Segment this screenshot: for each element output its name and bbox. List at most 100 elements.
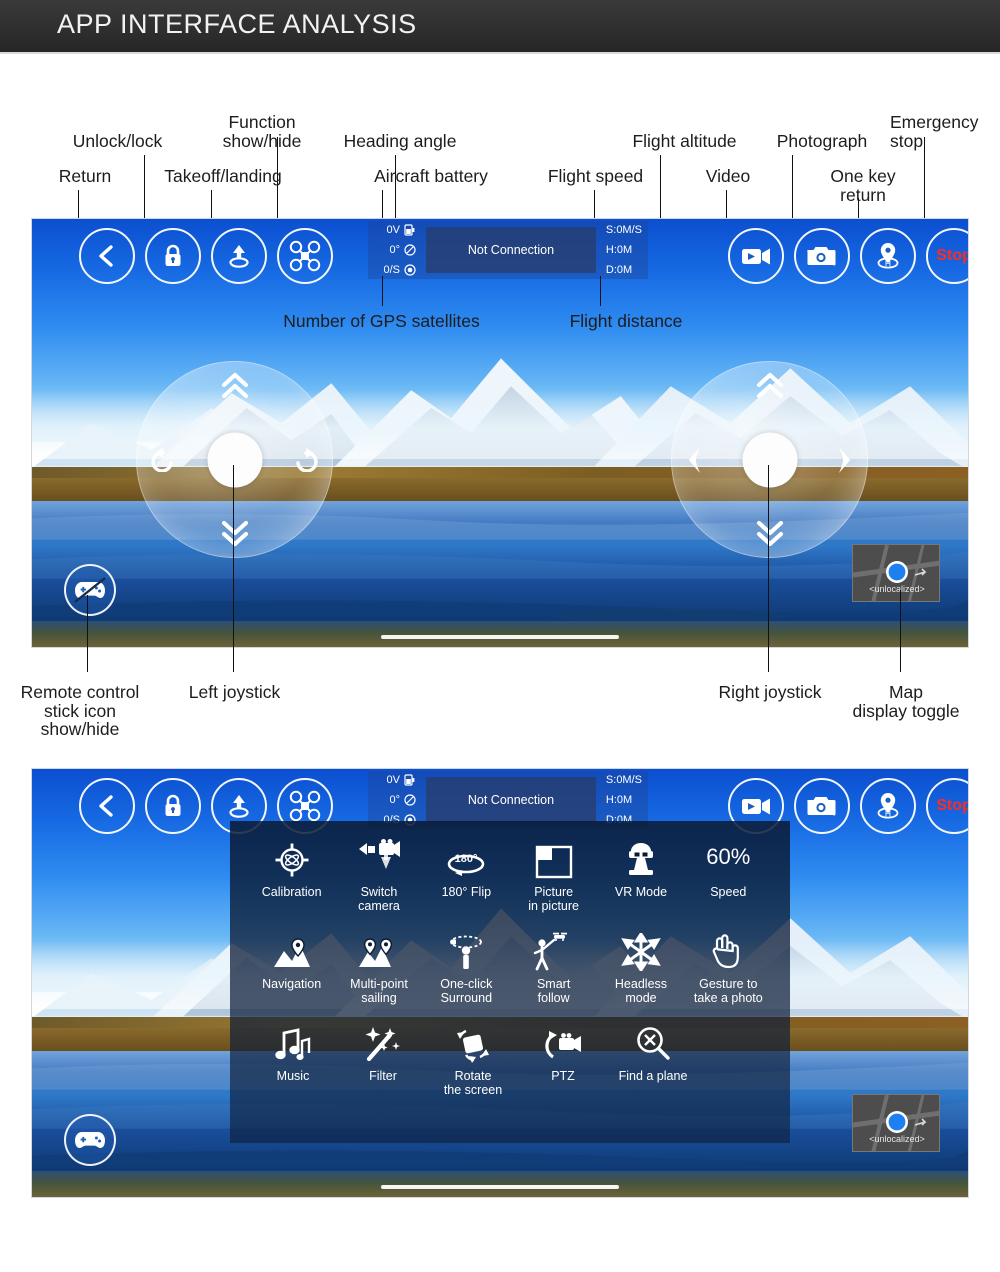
switch-camera-icon xyxy=(358,839,400,869)
menu-item-label: Speed xyxy=(710,885,747,899)
return-button[interactable] xyxy=(79,228,135,284)
return-button[interactable] xyxy=(79,778,135,834)
menu-item-ptz[interactable]: PTZ xyxy=(518,1019,608,1097)
function-menu-row: Navigation Multi-point sailing One-click… xyxy=(248,927,772,1005)
joystick-down-icon xyxy=(221,520,248,547)
minimap-label: <unlocalized> xyxy=(869,584,925,594)
video-camera-icon xyxy=(742,798,770,815)
callout-takeoff-landing: Takeoff/landing xyxy=(164,166,282,186)
menu-item-label: One-click Surround xyxy=(440,977,493,1005)
callout-aircraft-battery: Aircraft battery xyxy=(374,166,488,186)
left-joystick[interactable] xyxy=(136,361,333,558)
joystick-up-icon xyxy=(221,372,248,399)
menu-item-180-flip[interactable]: 180° 180° Flip xyxy=(423,835,510,913)
battery-status: 0V xyxy=(374,224,416,236)
one-key-return-button[interactable]: H xyxy=(860,778,916,834)
home-indicator xyxy=(381,635,619,639)
flight-altitude-value: H:0M xyxy=(605,244,633,256)
stop-text-icon: Stop xyxy=(936,247,969,264)
menu-item-navigation[interactable]: Navigation xyxy=(248,927,335,1005)
battery-status: 0V xyxy=(374,774,416,786)
leader-line xyxy=(395,155,397,218)
battery-icon xyxy=(404,774,415,786)
drone-icon xyxy=(289,240,321,272)
callout-function-show-hide: Function show/hide xyxy=(222,112,302,151)
map-display-toggle[interactable]: <unlocalized> xyxy=(852,1094,940,1152)
satellite-value: 0/S xyxy=(383,264,400,276)
callout-one-key-return: One key return xyxy=(830,166,896,205)
menu-item-label: PTZ xyxy=(551,1069,575,1083)
right-joystick-knob[interactable] xyxy=(742,432,797,487)
menu-item-label: Navigation xyxy=(262,977,322,991)
flight-speed-value: S:0M/S xyxy=(605,224,642,236)
joystick-right-icon xyxy=(839,446,850,473)
menu-item-filter[interactable]: Filter xyxy=(338,1019,428,1097)
status-right-column: S:0M/S H:0M D:0M xyxy=(600,221,648,279)
menu-item-rotate-screen[interactable]: Rotate the screen xyxy=(428,1019,518,1097)
video-button[interactable] xyxy=(728,228,784,284)
menu-item-speed[interactable]: 60% Speed xyxy=(685,835,772,913)
photo-button[interactable] xyxy=(794,228,850,284)
takeoff-landing-icon xyxy=(229,245,249,268)
menu-item-find-a-plane[interactable]: Find a plane xyxy=(608,1019,698,1097)
multi-point-sailing-icon xyxy=(358,938,393,967)
leader-line xyxy=(924,137,926,218)
stick-toggle-button[interactable] xyxy=(64,1114,116,1166)
function-toggle-button[interactable] xyxy=(277,228,333,284)
leader-line xyxy=(726,190,728,218)
callout-remote-control-stick-toggle: Remote control stick icon show/hide xyxy=(20,682,140,740)
leader-line xyxy=(78,190,80,218)
gamepad-icon xyxy=(75,1132,105,1148)
home-pin-icon: H xyxy=(877,243,899,269)
right-joystick[interactable] xyxy=(671,361,868,558)
menu-item-switch-camera[interactable]: Switch camera xyxy=(335,835,422,913)
menu-item-one-click-surround[interactable]: One-click Surround xyxy=(423,927,510,1005)
left-joystick-knob[interactable] xyxy=(207,432,262,487)
takeoff-landing-icon xyxy=(229,795,249,818)
menu-item-music[interactable]: Music xyxy=(248,1019,338,1097)
callout-flight-altitude: Flight altitude xyxy=(632,131,737,151)
callout-map-display-toggle: Map display toggle xyxy=(852,682,960,721)
stick-toggle-button[interactable] xyxy=(64,564,116,616)
callout-return: Return xyxy=(58,166,112,186)
menu-item-label: Gesture to take a photo xyxy=(693,977,763,1005)
function-menu-grid: Calibration Switch camera 180° 180° Flip… xyxy=(230,821,790,1143)
picture-in-picture-icon xyxy=(535,845,572,879)
speed-value: 60% xyxy=(706,844,751,869)
lock-button[interactable] xyxy=(145,778,201,834)
leader-line xyxy=(277,137,279,218)
one-key-return-button[interactable]: H xyxy=(860,228,916,284)
lock-button[interactable] xyxy=(145,228,201,284)
flight-speed-value: S:0M/S xyxy=(605,774,642,786)
leader-line xyxy=(382,276,384,306)
menu-item-label: Picture in picture xyxy=(528,885,580,913)
joystick-rotate-left-icon xyxy=(151,447,173,472)
menu-item-label: Rotate the screen xyxy=(443,1069,503,1097)
menu-item-vr-mode[interactable]: VR Mode xyxy=(597,835,684,913)
menu-item-gesture-photo[interactable]: Gesture to take a photo xyxy=(685,927,772,1005)
joystick-up-icon xyxy=(756,372,783,399)
menu-item-headless-mode[interactable]: Headless mode xyxy=(597,927,684,1005)
menu-item-label: Filter xyxy=(369,1069,397,1083)
joystick-rotate-right-icon xyxy=(296,447,318,472)
callout-flight-speed: Flight speed xyxy=(547,166,644,186)
menu-item-picture-in-picture[interactable]: Picture in picture xyxy=(510,835,597,913)
flip-180-icon: 180° xyxy=(448,853,485,876)
home-indicator xyxy=(381,1185,619,1189)
lock-icon xyxy=(165,794,181,816)
map-display-toggle[interactable]: <unlocalized> xyxy=(852,544,940,602)
menu-item-calibration[interactable]: Calibration xyxy=(248,835,335,913)
photo-button[interactable] xyxy=(794,778,850,834)
menu-item-smart-follow[interactable]: Smart follow xyxy=(510,927,597,1005)
menu-item-multi-point-sailing[interactable]: Multi-point sailing xyxy=(335,927,422,1005)
one-click-surround-icon xyxy=(450,935,483,969)
leader-line xyxy=(900,590,902,672)
ptz-icon xyxy=(545,1031,581,1059)
callout-flight-distance: Flight distance xyxy=(569,311,683,331)
filter-wand-icon xyxy=(365,1027,400,1062)
calibration-icon xyxy=(275,843,309,877)
menu-item-label: Multi-point sailing xyxy=(350,977,408,1005)
leader-line xyxy=(600,276,602,306)
svg-text:H: H xyxy=(885,258,891,268)
takeoff-landing-button[interactable] xyxy=(211,228,267,284)
